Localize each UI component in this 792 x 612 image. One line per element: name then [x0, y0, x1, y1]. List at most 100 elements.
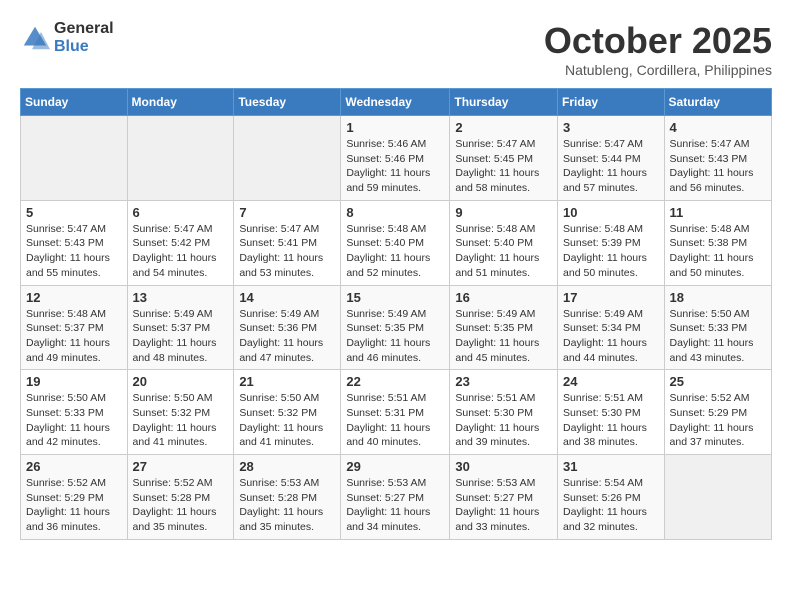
day-info: Sunrise: 5:47 AM Sunset: 5:41 PM Dayligh… [239, 222, 335, 281]
day-number: 26 [26, 459, 122, 474]
calendar-cell: 14 Sunrise: 5:49 AM Sunset: 5:36 PM Dayli… [234, 285, 341, 370]
day-info: Sunrise: 5:53 AM Sunset: 5:27 PM Dayligh… [346, 476, 444, 535]
day-info: Sunrise: 5:47 AM Sunset: 5:43 PM Dayligh… [26, 222, 122, 281]
day-info: Sunrise: 5:51 AM Sunset: 5:30 PM Dayligh… [563, 391, 659, 450]
day-number: 21 [239, 374, 335, 389]
logo: General Blue [20, 20, 114, 56]
day-number: 7 [239, 205, 335, 220]
day-number: 6 [133, 205, 229, 220]
day-number: 10 [563, 205, 659, 220]
day-number: 27 [133, 459, 229, 474]
day-info: Sunrise: 5:48 AM Sunset: 5:40 PM Dayligh… [346, 222, 444, 281]
day-number: 17 [563, 290, 659, 305]
day-info: Sunrise: 5:50 AM Sunset: 5:32 PM Dayligh… [133, 391, 229, 450]
calendar-cell: 9 Sunrise: 5:48 AM Sunset: 5:40 PM Daylig… [450, 200, 558, 285]
calendar-cell: 10 Sunrise: 5:48 AM Sunset: 5:39 PM Dayli… [558, 200, 665, 285]
calendar-cell: 24Sunrise: 5:51 AM Sunset: 5:30 PM Dayli… [558, 370, 665, 455]
day-number: 19 [26, 374, 122, 389]
day-number: 13 [133, 290, 229, 305]
calendar-table: SundayMondayTuesdayWednesdayThursdayFrid… [20, 88, 772, 540]
calendar-cell [21, 116, 128, 201]
calendar-cell: 15 Sunrise: 5:49 AM Sunset: 5:35 PM Dayli… [341, 285, 450, 370]
day-number: 3 [563, 120, 659, 135]
weekday-header-row: SundayMondayTuesdayWednesdayThursdayFrid… [21, 89, 772, 116]
day-number: 18 [670, 290, 766, 305]
day-info: Sunrise: 5:46 AM Sunset: 5:46 PM Dayligh… [346, 137, 444, 196]
day-info: Sunrise: 5:47 AM Sunset: 5:43 PM Dayligh… [670, 137, 766, 196]
day-number: 11 [670, 205, 766, 220]
calendar-week-row: 26 Sunrise: 5:52 AM Sunset: 5:29 PM Dayli… [21, 455, 772, 540]
day-number: 15 [346, 290, 444, 305]
calendar-cell: 26 Sunrise: 5:52 AM Sunset: 5:29 PM Dayli… [21, 455, 128, 540]
day-number: 22 [346, 374, 444, 389]
day-info: Sunrise: 5:47 AM Sunset: 5:44 PM Dayligh… [563, 137, 659, 196]
location: Natubleng, Cordillera, Philippines [544, 62, 772, 78]
day-info: Sunrise: 5:50 AM Sunset: 5:32 PM Dayligh… [239, 391, 335, 450]
day-info: Sunrise: 5:48 AM Sunset: 5:38 PM Dayligh… [670, 222, 766, 281]
weekday-header: Sunday [21, 89, 128, 116]
title-block: October 2025 Natubleng, Cordillera, Phil… [544, 20, 772, 78]
calendar-cell: 19 Sunrise: 5:50 AM Sunset: 5:33 PM Dayli… [21, 370, 128, 455]
day-info: Sunrise: 5:51 AM Sunset: 5:30 PM Dayligh… [455, 391, 552, 450]
calendar-cell [234, 116, 341, 201]
day-number: 30 [455, 459, 552, 474]
calendar-cell: 8 Sunrise: 5:48 AM Sunset: 5:40 PM Daylig… [341, 200, 450, 285]
day-info: Sunrise: 5:49 AM Sunset: 5:35 PM Dayligh… [455, 307, 552, 366]
calendar-cell: 6 Sunrise: 5:47 AM Sunset: 5:42 PM Daylig… [127, 200, 234, 285]
day-info: Sunrise: 5:49 AM Sunset: 5:37 PM Dayligh… [133, 307, 229, 366]
day-info: Sunrise: 5:47 AM Sunset: 5:45 PM Dayligh… [455, 137, 552, 196]
calendar-cell: 16Sunrise: 5:49 AM Sunset: 5:35 PM Dayli… [450, 285, 558, 370]
month-title: October 2025 [544, 20, 772, 62]
day-number: 31 [563, 459, 659, 474]
calendar-cell: 11 Sunrise: 5:48 AM Sunset: 5:38 PM Dayli… [664, 200, 771, 285]
calendar-week-row: 5 Sunrise: 5:47 AM Sunset: 5:43 PM Daylig… [21, 200, 772, 285]
day-info: Sunrise: 5:49 AM Sunset: 5:35 PM Dayligh… [346, 307, 444, 366]
day-info: Sunrise: 5:52 AM Sunset: 5:29 PM Dayligh… [26, 476, 122, 535]
day-info: Sunrise: 5:48 AM Sunset: 5:39 PM Dayligh… [563, 222, 659, 281]
calendar-week-row: 12Sunrise: 5:48 AM Sunset: 5:37 PM Dayli… [21, 285, 772, 370]
calendar-cell: 23 Sunrise: 5:51 AM Sunset: 5:30 PM Dayli… [450, 370, 558, 455]
weekday-header: Saturday [664, 89, 771, 116]
day-info: Sunrise: 5:52 AM Sunset: 5:28 PM Dayligh… [133, 476, 229, 535]
day-info: Sunrise: 5:53 AM Sunset: 5:27 PM Dayligh… [455, 476, 552, 535]
day-number: 20 [133, 374, 229, 389]
calendar-cell: 22 Sunrise: 5:51 AM Sunset: 5:31 PM Dayli… [341, 370, 450, 455]
day-info: Sunrise: 5:49 AM Sunset: 5:36 PM Dayligh… [239, 307, 335, 366]
calendar-cell: 29 Sunrise: 5:53 AM Sunset: 5:27 PM Dayli… [341, 455, 450, 540]
day-number: 8 [346, 205, 444, 220]
calendar-week-row: 19 Sunrise: 5:50 AM Sunset: 5:33 PM Dayli… [21, 370, 772, 455]
calendar-cell [127, 116, 234, 201]
day-number: 29 [346, 459, 444, 474]
day-number: 14 [239, 290, 335, 305]
day-number: 2 [455, 120, 552, 135]
day-info: Sunrise: 5:48 AM Sunset: 5:40 PM Dayligh… [455, 222, 552, 281]
day-info: Sunrise: 5:50 AM Sunset: 5:33 PM Dayligh… [26, 391, 122, 450]
calendar-cell: 30 Sunrise: 5:53 AM Sunset: 5:27 PM Dayli… [450, 455, 558, 540]
day-info: Sunrise: 5:54 AM Sunset: 5:26 PM Dayligh… [563, 476, 659, 535]
calendar-cell: 31 Sunrise: 5:54 AM Sunset: 5:26 PM Dayli… [558, 455, 665, 540]
calendar-cell: 7 Sunrise: 5:47 AM Sunset: 5:41 PM Daylig… [234, 200, 341, 285]
calendar-cell: 2 Sunrise: 5:47 AM Sunset: 5:45 PM Daylig… [450, 116, 558, 201]
calendar-cell: 5 Sunrise: 5:47 AM Sunset: 5:43 PM Daylig… [21, 200, 128, 285]
day-info: Sunrise: 5:47 AM Sunset: 5:42 PM Dayligh… [133, 222, 229, 281]
day-info: Sunrise: 5:48 AM Sunset: 5:37 PM Dayligh… [26, 307, 122, 366]
weekday-header: Thursday [450, 89, 558, 116]
day-info: Sunrise: 5:51 AM Sunset: 5:31 PM Dayligh… [346, 391, 444, 450]
day-number: 23 [455, 374, 552, 389]
calendar-cell: 20 Sunrise: 5:50 AM Sunset: 5:32 PM Dayli… [127, 370, 234, 455]
day-info: Sunrise: 5:49 AM Sunset: 5:34 PM Dayligh… [563, 307, 659, 366]
page-header: General Blue October 2025 Natubleng, Cor… [20, 20, 772, 78]
calendar-cell: 4Sunrise: 5:47 AM Sunset: 5:43 PM Daylig… [664, 116, 771, 201]
logo-icon [20, 23, 50, 53]
calendar-cell: 3 Sunrise: 5:47 AM Sunset: 5:44 PM Daylig… [558, 116, 665, 201]
weekday-header: Wednesday [341, 89, 450, 116]
calendar-cell: 18Sunrise: 5:50 AM Sunset: 5:33 PM Dayli… [664, 285, 771, 370]
day-number: 5 [26, 205, 122, 220]
day-number: 9 [455, 205, 552, 220]
weekday-header: Monday [127, 89, 234, 116]
weekday-header: Friday [558, 89, 665, 116]
calendar-cell: 12Sunrise: 5:48 AM Sunset: 5:37 PM Dayli… [21, 285, 128, 370]
day-number: 28 [239, 459, 335, 474]
day-info: Sunrise: 5:52 AM Sunset: 5:29 PM Dayligh… [670, 391, 766, 450]
day-number: 25 [670, 374, 766, 389]
